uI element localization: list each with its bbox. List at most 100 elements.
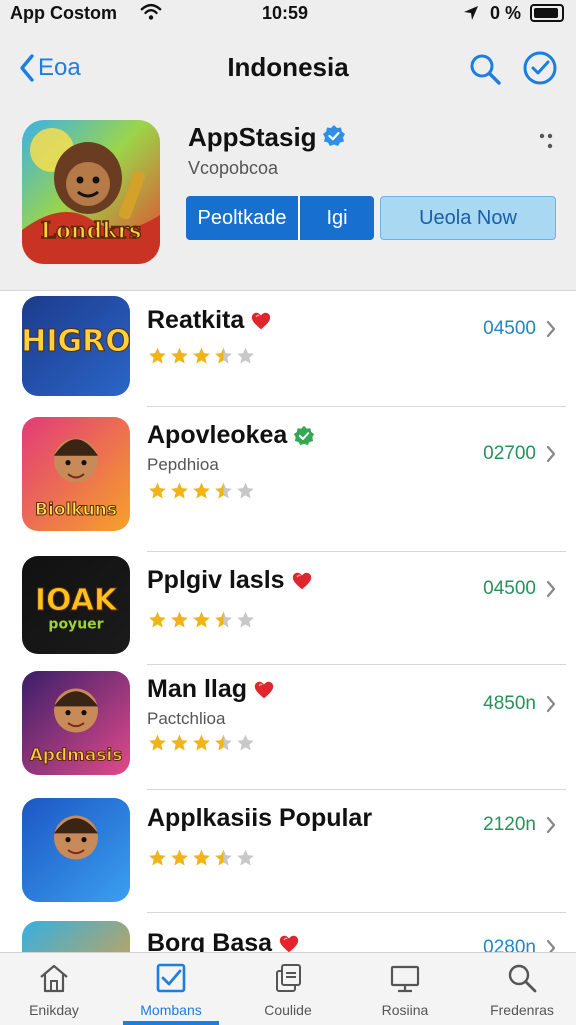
app-row[interactable]: IOAK poyuer Pplgiv lasls 04500 bbox=[0, 552, 576, 665]
star-icon bbox=[237, 734, 254, 751]
star-icon bbox=[237, 482, 254, 499]
app-icon-artwork: HIGRO bbox=[22, 296, 130, 396]
star-rating bbox=[147, 346, 257, 366]
app-value: 02700 bbox=[483, 443, 536, 464]
location-arrow-icon bbox=[464, 6, 478, 20]
star-icon bbox=[215, 347, 232, 364]
star-icon bbox=[193, 849, 210, 866]
chevron-right-icon[interactable] bbox=[544, 815, 558, 835]
app-value: 2120n bbox=[483, 814, 536, 835]
status-bar: App Costom 10:59 0 % bbox=[0, 0, 576, 28]
apps-icon bbox=[276, 964, 301, 992]
app-icon-artwork bbox=[22, 798, 130, 902]
star-icon bbox=[149, 849, 166, 866]
primary-button-left[interactable]: Peoltkade bbox=[186, 196, 300, 240]
star-icon bbox=[149, 482, 166, 499]
app-row[interactable]: Biolkuns Apovleokea Pepdhioa 02700 bbox=[0, 407, 576, 552]
wifi-icon bbox=[140, 3, 162, 20]
star-rating bbox=[147, 610, 257, 630]
primary-segmented-button[interactable]: Peoltkade Igi bbox=[186, 196, 374, 240]
app-subtitle: Pepdhioa bbox=[147, 455, 219, 474]
star-icon bbox=[149, 347, 166, 364]
featured-app-card: Londkrs AppStasig Vcopobcoa Peoltkade Ig… bbox=[0, 110, 576, 291]
app-icon[interactable]: HIGRO bbox=[22, 296, 130, 396]
app-row[interactable]: HIGRO Reatkita 04500 bbox=[0, 290, 576, 407]
app-name-text: Pplgiv lasls bbox=[147, 566, 285, 594]
secondary-button[interactable]: Ueola Now bbox=[380, 196, 556, 240]
app-icon[interactable]: IOAK poyuer bbox=[22, 556, 130, 654]
star-icon bbox=[237, 849, 254, 866]
more-options-icon[interactable] bbox=[536, 130, 556, 154]
app-icon-subtext: poyuer bbox=[48, 617, 103, 633]
app-icon[interactable]: Apdmasis bbox=[22, 671, 130, 775]
primary-button-right[interactable]: Igi bbox=[300, 196, 374, 240]
app-name-text: Apovleokea bbox=[147, 421, 288, 449]
app-name: Man llag bbox=[147, 675, 275, 704]
app-icon[interactable]: Biolkuns bbox=[22, 417, 130, 531]
tab-rosiina[interactable]: Rosiina bbox=[351, 953, 459, 1025]
featured-app-icon[interactable]: Londkrs bbox=[22, 120, 160, 264]
battery-icon bbox=[530, 4, 564, 22]
featured-icon-text: Londkrs bbox=[41, 218, 142, 244]
tab-label: Enikday bbox=[29, 1002, 79, 1018]
star-rating bbox=[147, 733, 257, 753]
app-icon-text: Apdmasis bbox=[30, 745, 123, 765]
app-name: Reatkita bbox=[147, 306, 272, 335]
app-value: 04500 bbox=[483, 318, 536, 339]
star-icon bbox=[171, 482, 188, 499]
active-tab-indicator bbox=[123, 1021, 219, 1025]
star-icon bbox=[215, 482, 232, 499]
featured-app-artwork: Londkrs bbox=[22, 120, 160, 264]
checkbox-icon bbox=[156, 963, 186, 993]
battery-percent: 0 % bbox=[490, 3, 522, 23]
app-row[interactable]: Applkasiis Popular 2120n bbox=[0, 790, 576, 913]
star-icon bbox=[171, 849, 188, 866]
check-circle-icon[interactable] bbox=[522, 50, 558, 86]
tab-fredenras[interactable]: Fredenras bbox=[468, 953, 576, 1025]
featured-app-name: AppStasig bbox=[188, 122, 317, 152]
tab-enikday[interactable]: Enikday bbox=[0, 953, 108, 1025]
heart-icon bbox=[292, 573, 311, 590]
verified-badge-icon bbox=[294, 426, 315, 446]
heart-icon bbox=[254, 682, 274, 699]
search-icon[interactable] bbox=[468, 52, 502, 86]
app-name-text: Applkasiis Popular bbox=[147, 804, 373, 832]
tab-coulide[interactable]: Coulide bbox=[234, 953, 342, 1025]
app-name: Apovleokea bbox=[147, 421, 315, 450]
clock: 10:59 bbox=[262, 3, 309, 23]
app-subtitle: Pactchlioa bbox=[147, 709, 226, 728]
app-icon-text: IOAK bbox=[35, 583, 119, 618]
star-icon bbox=[193, 611, 210, 628]
star-icon bbox=[171, 611, 188, 628]
star-rating bbox=[147, 481, 257, 501]
chevron-right-icon[interactable] bbox=[544, 444, 558, 464]
chevron-right-icon[interactable] bbox=[544, 579, 558, 599]
star-icon bbox=[237, 347, 254, 364]
tab-bar: Enikday Mombans Coulide Rosiina Fredenra… bbox=[0, 952, 576, 1025]
app-icon-artwork: IOAKpoyuer bbox=[22, 556, 130, 654]
app-row[interactable]: Apdmasis Man llag Pactchlioa 4850n bbox=[0, 665, 576, 790]
navigation-bar: Eoa Indonesia bbox=[0, 28, 576, 110]
tab-mombans[interactable]: Mombans bbox=[117, 953, 225, 1025]
app-name: Applkasiis Popular bbox=[147, 804, 372, 833]
star-icon bbox=[215, 611, 232, 628]
star-icon bbox=[149, 611, 166, 628]
app-icon[interactable] bbox=[22, 798, 130, 902]
tab-label: Rosiina bbox=[381, 1002, 429, 1018]
heart-icon bbox=[252, 313, 271, 330]
home-icon bbox=[40, 964, 68, 993]
chevron-right-icon[interactable] bbox=[544, 319, 558, 339]
star-rating bbox=[147, 848, 257, 868]
star-icon bbox=[215, 734, 232, 751]
tab-label: Mombans bbox=[140, 1002, 202, 1018]
app-name-text: Reatkita bbox=[147, 306, 245, 334]
app-value: 4850n bbox=[483, 693, 536, 714]
chevron-right-icon[interactable] bbox=[544, 694, 558, 714]
app-value: 04500 bbox=[483, 578, 536, 599]
star-icon bbox=[193, 482, 210, 499]
carrier-label: App Costom bbox=[10, 3, 117, 23]
app-icon-text: Biolkuns bbox=[35, 500, 117, 520]
tab-label: Coulide bbox=[264, 1002, 312, 1018]
star-icon bbox=[215, 849, 232, 866]
featured-app-subtitle: Vcopobcoa bbox=[188, 158, 279, 178]
